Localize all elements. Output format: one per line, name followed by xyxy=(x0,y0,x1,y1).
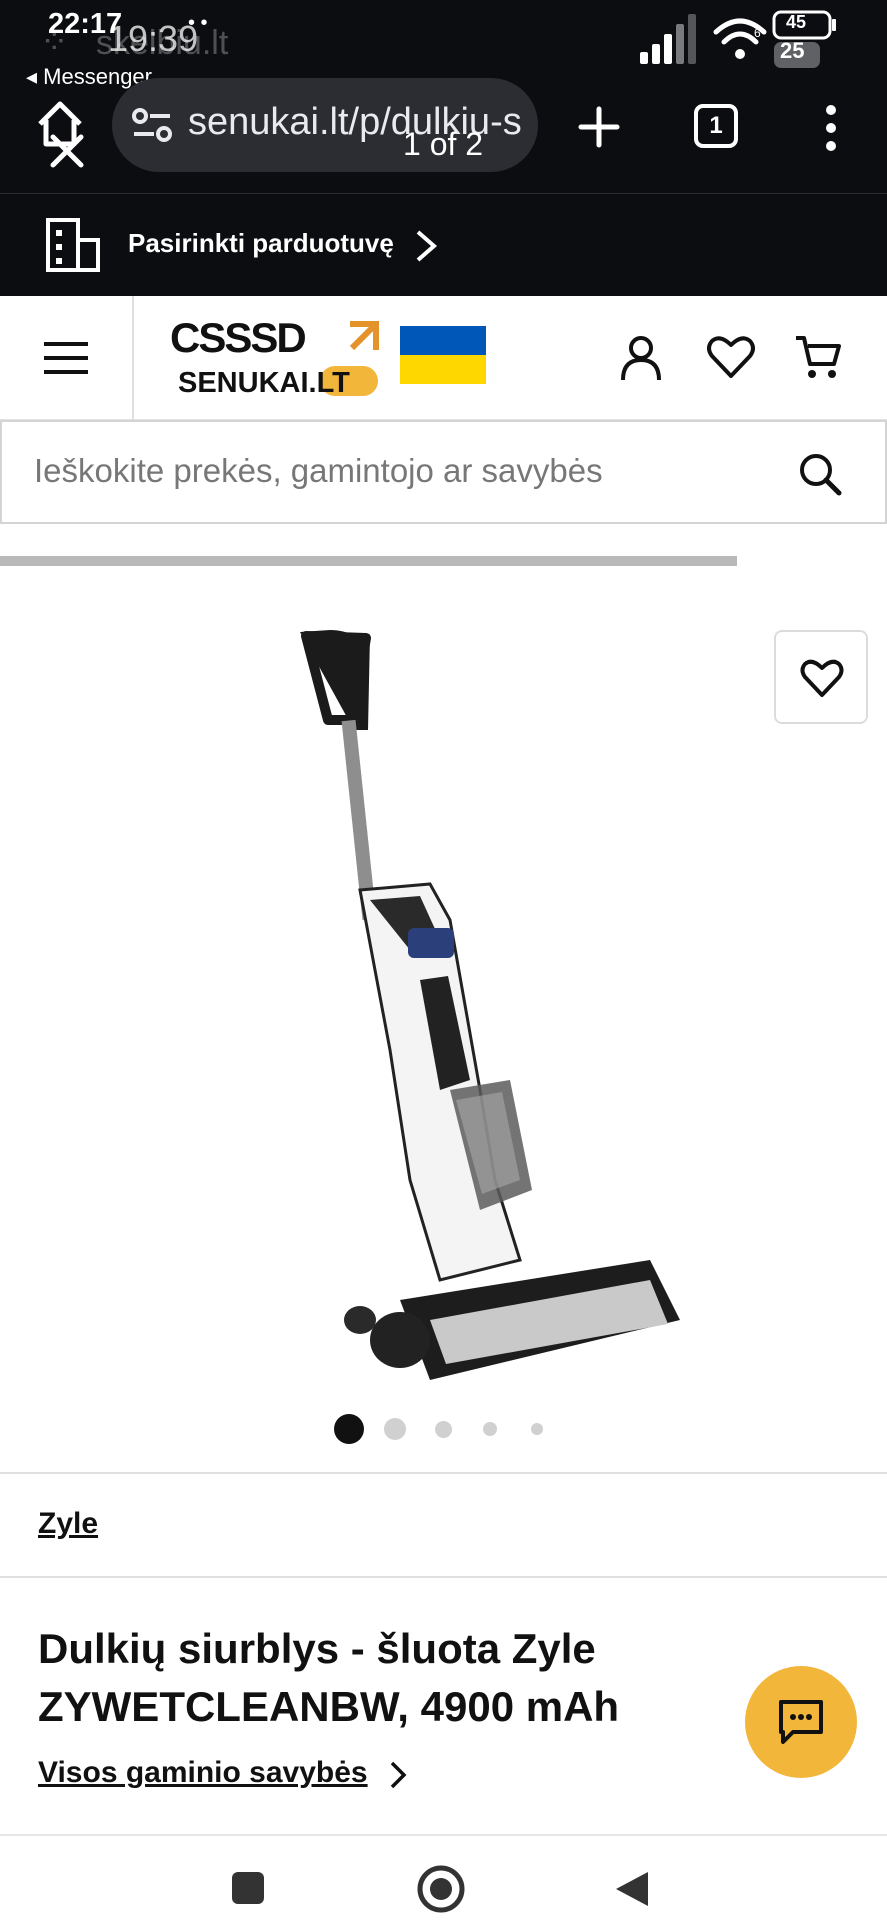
account-icon[interactable] xyxy=(620,336,662,382)
status-notification-dots: • • xyxy=(188,12,208,34)
tab-switcher-button[interactable]: 1 xyxy=(694,104,738,148)
wishlist-heart-icon[interactable] xyxy=(706,334,756,380)
chat-button[interactable] xyxy=(745,1666,857,1778)
ukraine-flag-icon xyxy=(400,326,486,384)
signal-icon xyxy=(640,14,696,64)
product-image[interactable] xyxy=(270,620,690,1410)
gallery-dot[interactable] xyxy=(384,1418,406,1440)
gallery-dot-active[interactable] xyxy=(334,1414,364,1444)
divider xyxy=(0,1472,887,1474)
chevron-right-icon xyxy=(390,1761,407,1789)
heart-icon xyxy=(800,659,844,697)
add-to-wishlist-button[interactable] xyxy=(774,630,868,724)
search-placeholder: Ieškokite prekės, gamintojo ar savybės xyxy=(34,452,603,489)
ghost-time: 19:39 xyxy=(108,18,199,59)
page-indicator: 1 of 2 xyxy=(403,126,484,162)
product-title: Dulkių siurblys - šluota Zyle ZYWETCLEAN… xyxy=(38,1625,620,1730)
hamburger-menu-icon[interactable] xyxy=(44,340,90,376)
chevron-right-icon xyxy=(416,230,438,262)
logo-mark: CSSSD xyxy=(170,316,305,361)
divider xyxy=(0,1576,887,1578)
all-properties-link[interactable]: Visos gaminio savybės xyxy=(38,1756,368,1790)
status-icons xyxy=(640,10,836,68)
home-button-icon[interactable] xyxy=(416,1864,466,1914)
more-options-icon[interactable] xyxy=(818,104,844,152)
gallery-scroll-indicator xyxy=(0,556,737,566)
chat-icon xyxy=(779,1700,823,1744)
ghost-battery-level: 25 xyxy=(780,38,805,63)
brand-link[interactable]: Zyle xyxy=(38,1507,98,1541)
header-divider xyxy=(132,296,134,420)
wifi-badge: 6 xyxy=(754,26,761,40)
gallery-dot[interactable] xyxy=(531,1423,543,1435)
search-icon[interactable] xyxy=(798,452,842,496)
search-input[interactable]: Ieškokite prekės, gamintojo ar savybės xyxy=(0,420,887,524)
battery-level: 45 xyxy=(786,12,807,32)
store-building-icon xyxy=(46,218,100,272)
gallery-dot[interactable] xyxy=(435,1421,452,1438)
store-select-label[interactable]: Pasirinkti parduotuvę xyxy=(128,228,394,259)
site-settings-icon[interactable] xyxy=(132,108,172,142)
back-button-icon[interactable] xyxy=(612,1868,652,1910)
gallery-dot[interactable] xyxy=(483,1422,497,1436)
close-icon[interactable] xyxy=(50,134,84,168)
logo-text: SENUKAI.LT xyxy=(178,367,350,398)
recent-apps-icon[interactable] xyxy=(230,1870,266,1906)
new-tab-icon[interactable] xyxy=(578,106,620,148)
cart-icon[interactable] xyxy=(794,332,842,380)
senukai-logo[interactable]: CSSSD SENUKAI.LT xyxy=(170,316,382,398)
